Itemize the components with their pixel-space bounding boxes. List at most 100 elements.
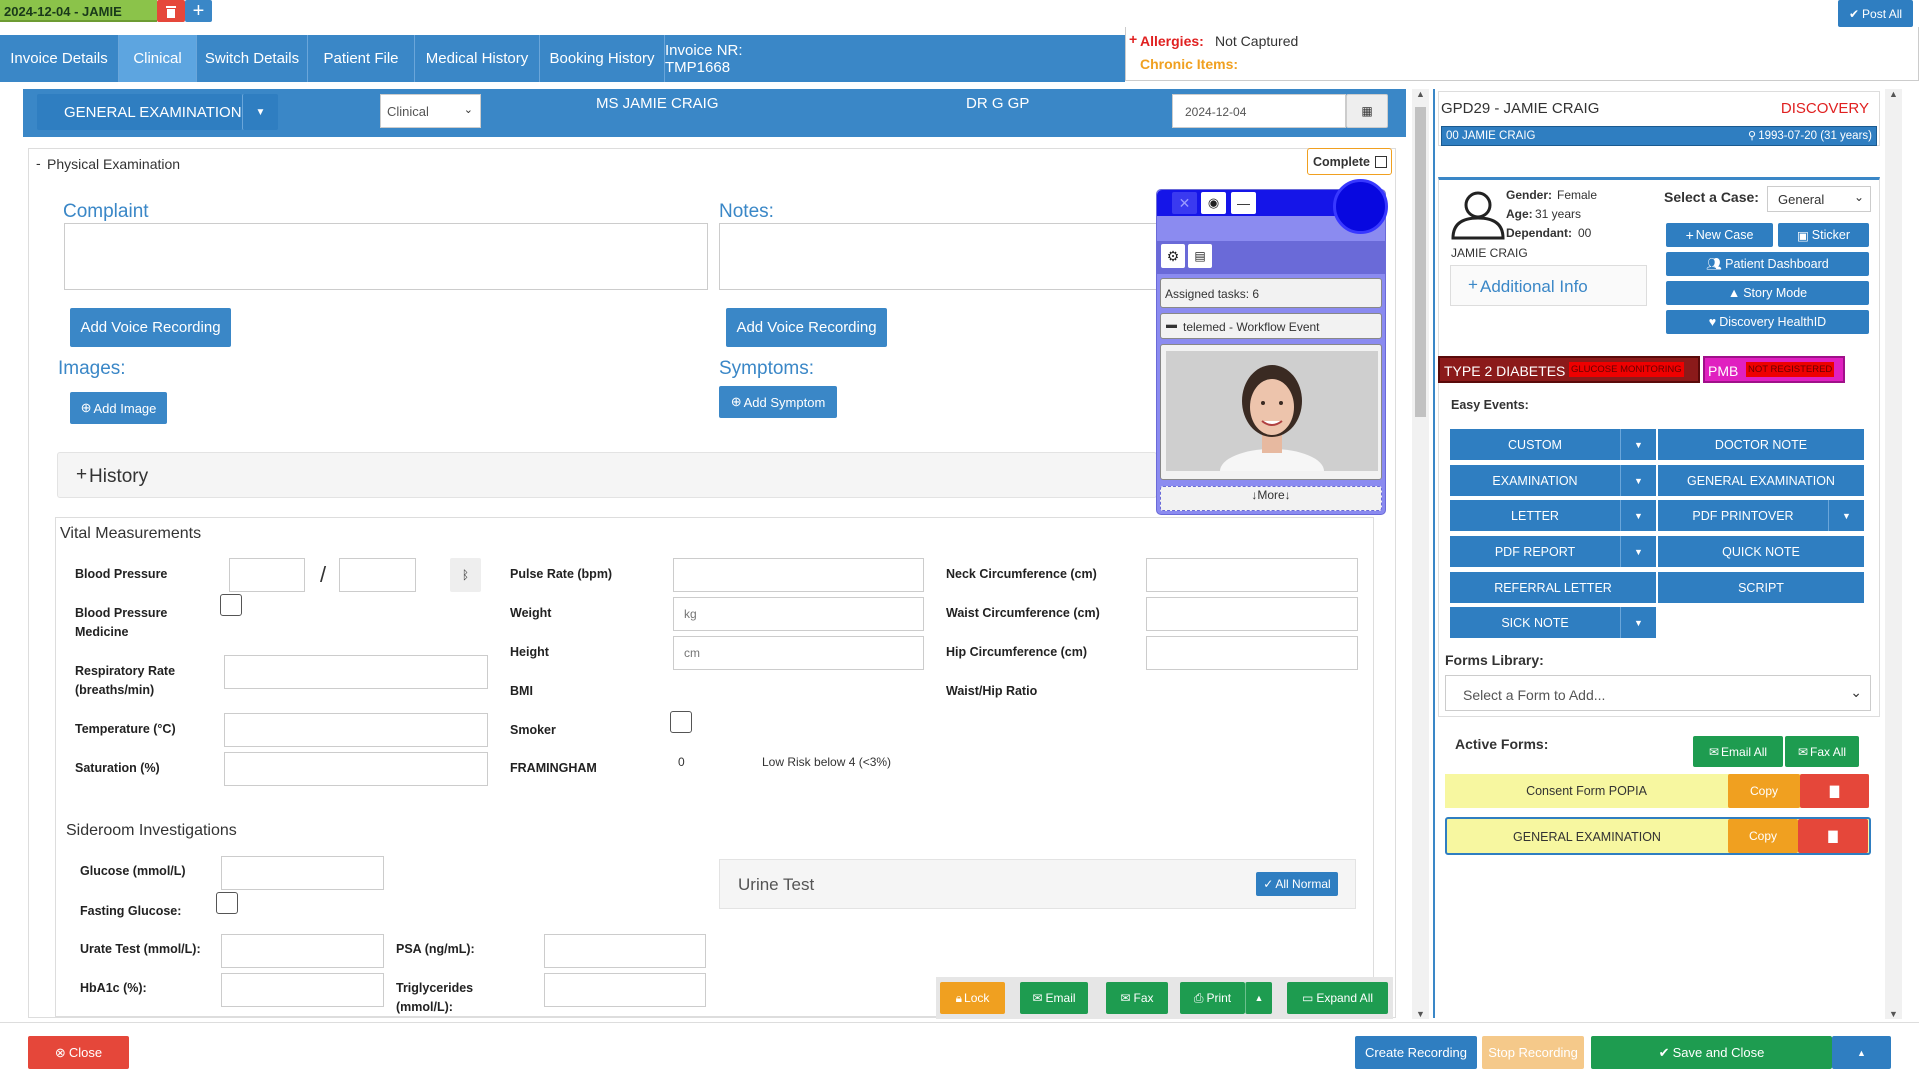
expand-all-button[interactable]: ▭ Expand All — [1287, 982, 1388, 1014]
trig-input[interactable] — [544, 973, 706, 1007]
widget-settings-button[interactable]: ⚙ — [1161, 244, 1185, 268]
all-normal-button[interactable]: ✓ All Normal — [1256, 872, 1338, 896]
bp-diastolic-input[interactable] — [339, 558, 416, 592]
delete-session-button[interactable] — [157, 0, 185, 22]
delete-form-button[interactable]: ▇ — [1798, 819, 1868, 853]
event-referral-letter[interactable]: REFERRAL LETTER — [1450, 572, 1656, 603]
widget-minimize-button[interactable]: — — [1231, 192, 1256, 214]
event-letter[interactable]: LETTER — [1450, 500, 1620, 531]
event-general-examination[interactable]: GENERAL EXAMINATION — [1658, 465, 1864, 496]
patient-dashboard-button[interactable]: 👥︎ Patient Dashboard — [1666, 252, 1869, 276]
event-pdf-report-caret[interactable]: ▼ — [1620, 536, 1656, 567]
event-sick-note[interactable]: SICK NOTE — [1450, 607, 1620, 638]
fasting-checkbox[interactable] — [216, 892, 238, 914]
tab-invoice-nr[interactable]: Invoice NR: TMP1668 — [665, 35, 810, 82]
save-options-button[interactable]: ▲ — [1832, 1036, 1891, 1069]
tab-clinical[interactable]: Clinical — [119, 35, 197, 82]
glucose-input[interactable] — [221, 856, 384, 890]
tab-switch-details[interactable]: Switch Details — [197, 35, 308, 82]
complaint-textarea[interactable] — [64, 223, 708, 290]
post-all-button[interactable]: ✔ Post All — [1838, 0, 1913, 27]
additional-info-button[interactable]: + Additional Info — [1450, 265, 1647, 306]
session-tab[interactable]: 2024-12-04 - JAMIE — [0, 0, 157, 22]
scroll-up-icon[interactable]: ▲ — [1416, 89, 1425, 99]
resp-input[interactable] — [224, 655, 488, 689]
widget-close-button[interactable]: ✕ — [1172, 192, 1197, 214]
fax-all-button[interactable]: ✉ Fax All — [1785, 736, 1859, 767]
right-scrollbar[interactable]: ▲ ▼ — [1885, 89, 1902, 1019]
widget-view-button[interactable]: ◉ — [1201, 192, 1226, 214]
scroll-down-icon[interactable]: ▼ — [1416, 1009, 1425, 1019]
event-examination-caret[interactable]: ▼ — [1620, 465, 1656, 496]
collapse-icon[interactable]: - — [36, 155, 41, 171]
scroll-up-icon[interactable]: ▲ — [1889, 89, 1898, 99]
waist-input[interactable] — [1146, 597, 1358, 631]
tab-patient-file[interactable]: Patient File — [308, 35, 415, 82]
copy-form-button[interactable]: Copy — [1728, 819, 1798, 853]
event-doctor-note[interactable]: DOCTOR NOTE — [1658, 429, 1864, 460]
smoker-checkbox[interactable] — [670, 711, 692, 733]
section-select[interactable]: GENERAL EXAMINATION — [37, 94, 242, 130]
save-close-button[interactable]: ✔ Save and Close — [1591, 1036, 1832, 1069]
pulse-input[interactable] — [673, 558, 924, 592]
neck-input[interactable] — [1146, 558, 1358, 592]
active-form-row[interactable]: GENERAL EXAMINATION Copy ▇ — [1445, 817, 1871, 855]
stop-recording-button[interactable]: Stop Recording — [1482, 1036, 1584, 1069]
close-button[interactable]: ⊗ Close — [28, 1036, 129, 1069]
event-sick-note-caret[interactable]: ▼ — [1620, 607, 1656, 638]
case-select[interactable]: General ⌄ — [1767, 186, 1871, 212]
complaint-voice-button[interactable]: Add Voice Recording — [70, 308, 231, 347]
tab-invoice-details[interactable]: Invoice Details — [0, 35, 119, 82]
notes-textarea[interactable] — [719, 223, 1159, 290]
add-image-button[interactable]: ⊕ Add Image — [70, 392, 167, 424]
add-session-button[interactable]: + — [185, 0, 212, 22]
hba1c-input[interactable] — [221, 973, 384, 1007]
condition-badge[interactable]: TYPE 2 DIABETES GLUCOSE MONITORING — [1438, 356, 1700, 383]
event-script[interactable]: SCRIPT — [1658, 572, 1864, 603]
event-custom[interactable]: CUSTOM — [1450, 429, 1620, 460]
bp-systolic-input[interactable] — [229, 558, 305, 592]
scrollbar-thumb[interactable] — [1415, 107, 1426, 417]
height-input[interactable] — [673, 636, 924, 670]
temp-input[interactable] — [224, 713, 488, 747]
story-mode-button[interactable]: ▲ Story Mode — [1666, 281, 1869, 305]
scroll-down-icon[interactable]: ▼ — [1889, 1009, 1898, 1019]
hip-input[interactable] — [1146, 636, 1358, 670]
event-examination[interactable]: EXAMINATION — [1450, 465, 1620, 496]
create-recording-button[interactable]: Create Recording — [1355, 1036, 1477, 1069]
event-letter-caret[interactable]: ▼ — [1620, 500, 1656, 531]
assigned-tasks[interactable]: Assigned tasks: 6 — [1160, 278, 1382, 308]
print-button[interactable]: ⎙ Print — [1180, 982, 1245, 1014]
notes-voice-button[interactable]: Add Voice Recording — [726, 308, 887, 347]
lock-button[interactable]: 🔒︎ Lock — [940, 982, 1005, 1014]
mode-select[interactable]: Clinical ⌄ — [380, 94, 481, 128]
pmb-badge[interactable]: PMB NOT REGISTERED — [1703, 356, 1845, 383]
delete-form-button[interactable]: ▇ — [1800, 774, 1869, 808]
widget-book-button[interactable]: ▤ — [1188, 244, 1212, 268]
video-preview[interactable] — [1160, 344, 1382, 480]
add-symptom-button[interactable]: ⊕ Add Symptom — [719, 386, 837, 418]
widget-more-button[interactable]: ↓More↓ — [1160, 486, 1382, 511]
workflow-event[interactable]: ▬ telemed - Workflow Event — [1160, 313, 1382, 339]
email-button[interactable]: ✉ Email — [1020, 982, 1088, 1014]
event-pdf-printover-caret[interactable]: ▼ — [1828, 500, 1864, 531]
main-scrollbar[interactable]: ▲ ▼ — [1412, 89, 1429, 1019]
psa-input[interactable] — [544, 934, 706, 968]
date-field[interactable]: 2024-12-04 — [1172, 94, 1346, 128]
new-case-button[interactable]: + New Case — [1666, 223, 1773, 247]
fax-button[interactable]: ✉ Fax — [1106, 982, 1168, 1014]
sticker-button[interactable]: ▣ Sticker — [1778, 223, 1869, 247]
bluetooth-button[interactable]: ᛒ — [450, 558, 481, 592]
print-options-button[interactable]: ▲ — [1245, 982, 1272, 1014]
email-all-button[interactable]: ✉ Email All — [1693, 736, 1783, 767]
urate-input[interactable] — [221, 934, 384, 968]
forms-library-select[interactable]: Select a Form to Add... ⌄ — [1445, 675, 1871, 711]
history-collapsible[interactable]: + History — [57, 452, 1157, 498]
event-pdf-printover[interactable]: PDF PRINTOVER — [1658, 500, 1828, 531]
bp-medicine-checkbox[interactable] — [220, 594, 242, 616]
floating-widget[interactable]: ✕ ◉ — ⚙ ▤ Assigned tasks: 6 ▬ telemed - … — [1156, 179, 1388, 515]
widget-avatar-circle[interactable] — [1333, 179, 1388, 234]
calendar-button[interactable]: ▦ — [1346, 94, 1388, 128]
tab-medical-history[interactable]: Medical History — [415, 35, 540, 82]
weight-input[interactable] — [673, 597, 924, 631]
